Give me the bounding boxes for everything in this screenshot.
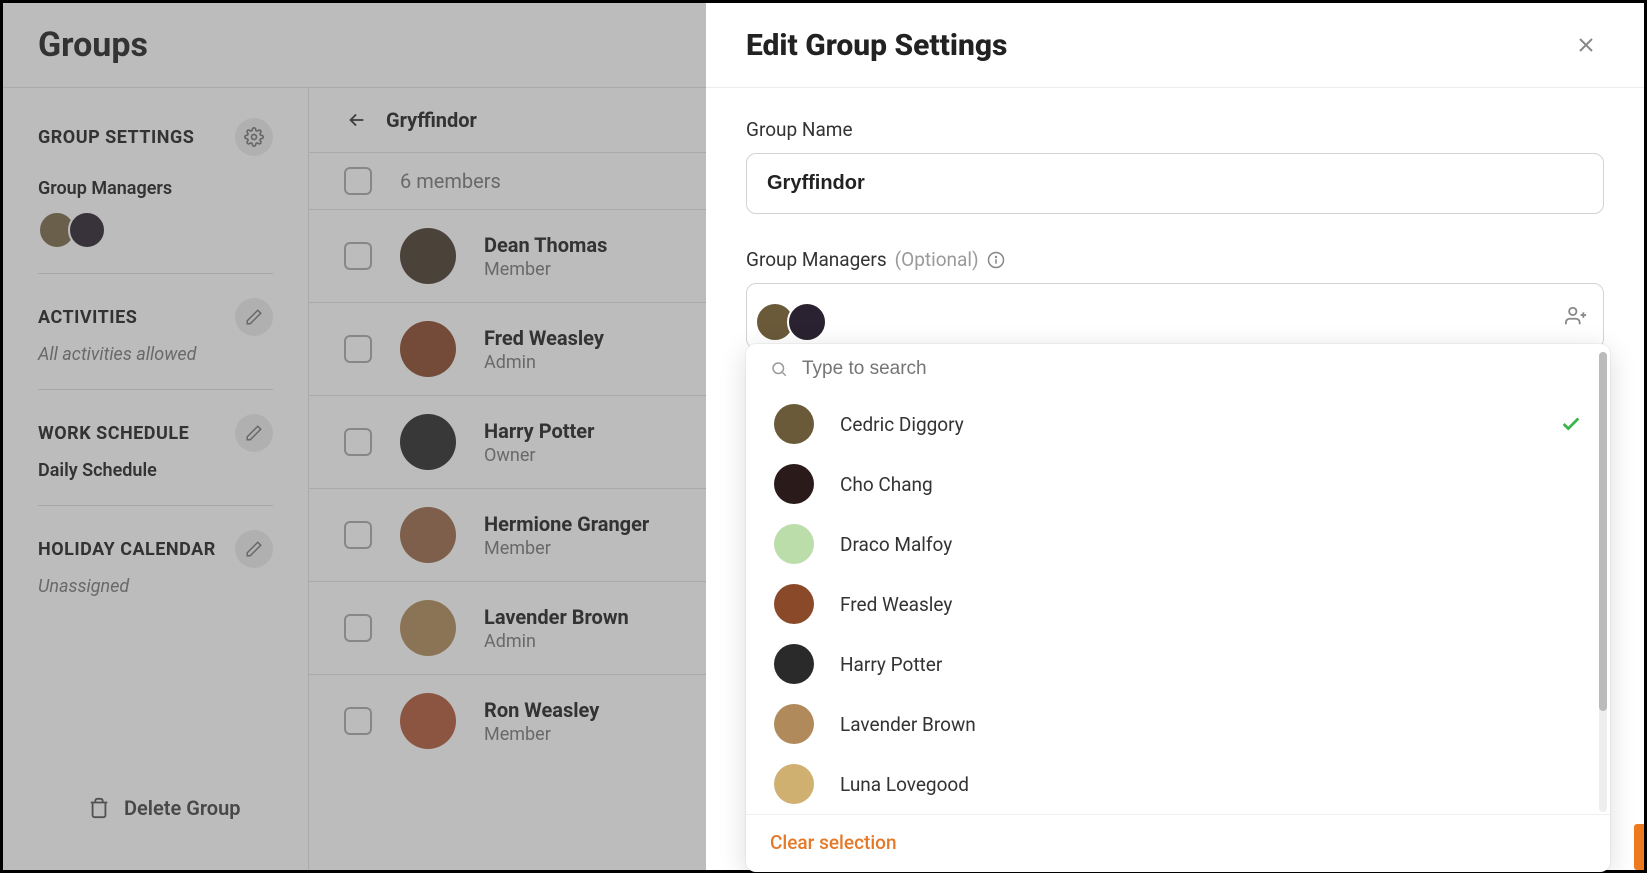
search-icon [770,360,788,378]
person-name: Fred Weasley [840,593,952,616]
people-item[interactable]: Lavender Brown [746,694,1610,754]
person-name: Cedric Diggory [840,413,964,436]
people-item[interactable]: Harry Potter [746,634,1610,694]
people-item[interactable]: Draco Malfoy [746,514,1610,574]
panel-header: Edit Group Settings [706,3,1644,88]
accent-bar [1634,824,1644,870]
group-name-input[interactable] [746,153,1604,214]
people-list: Cedric Diggory Cho Chang Draco Malfoy Fr… [746,394,1610,814]
scroll-handle[interactable] [1599,352,1607,711]
managers-optional-text: (Optional) [895,248,979,271]
avatar [774,464,814,504]
clear-selection-button[interactable]: Clear selection [746,814,1610,872]
group-managers-label: Group Managers (Optional) [746,248,1604,271]
people-item[interactable]: Fred Weasley [746,574,1610,634]
managers-label-text: Group Managers [746,248,887,271]
avatar [774,704,814,744]
panel-title: Edit Group Settings [746,28,1007,63]
people-search-input[interactable] [802,358,1586,380]
check-icon [1560,413,1582,435]
add-person-icon[interactable] [1565,305,1587,327]
avatar [774,764,814,804]
selected-managers [755,302,827,342]
person-name: Lavender Brown [840,713,976,736]
people-item[interactable]: Cedric Diggory [746,394,1610,454]
info-icon[interactable] [987,251,1005,269]
people-search-row [746,344,1610,394]
person-name: Cho Chang [840,473,933,496]
person-name: Harry Potter [840,653,942,676]
people-item[interactable]: Luna Lovegood [746,754,1610,814]
avatar [774,644,814,684]
person-name: Draco Malfoy [840,533,952,556]
avatar [787,302,827,342]
people-dropdown: Cedric Diggory Cho Chang Draco Malfoy Fr… [746,344,1610,872]
panel-body: Group Name Group Managers (Optional) [706,88,1644,870]
edit-group-panel: Edit Group Settings Group Name Group Man… [706,3,1644,870]
group-name-label: Group Name [746,118,1604,141]
avatar [774,584,814,624]
avatar [774,404,814,444]
people-item[interactable]: Cho Chang [746,454,1610,514]
managers-select[interactable] [746,283,1604,349]
avatar [774,524,814,564]
dropdown-scrollbar[interactable] [1599,352,1607,812]
close-icon[interactable] [1568,27,1604,63]
person-name: Luna Lovegood [840,773,969,796]
